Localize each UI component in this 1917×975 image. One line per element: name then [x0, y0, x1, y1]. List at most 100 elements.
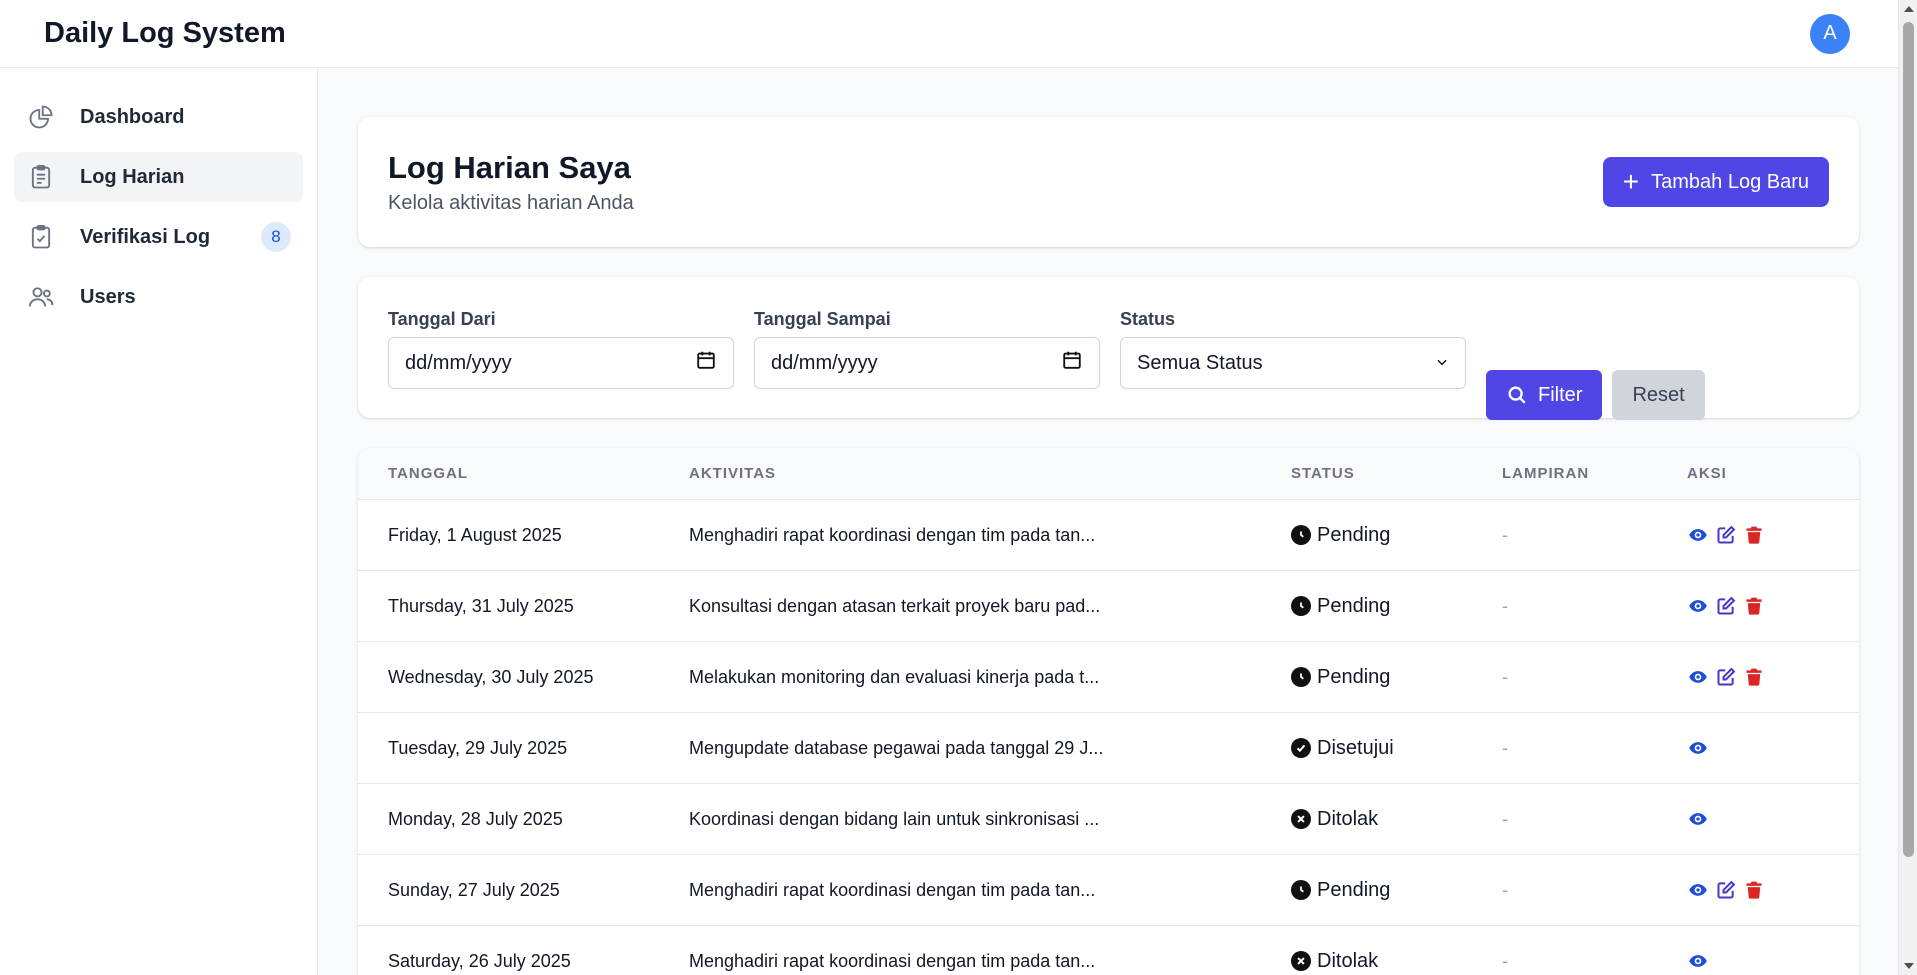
table-row: Saturday, 26 July 2025 Menghadiri rapat k… [358, 926, 1859, 975]
column-header-tanggal[interactable]: TANGGAL [358, 465, 689, 482]
reset-button[interactable]: Reset [1612, 370, 1705, 420]
trash-icon[interactable] [1743, 595, 1765, 617]
eye-icon[interactable] [1687, 737, 1709, 759]
table-row: Wednesday, 30 July 2025 Melakukan monitor… [358, 642, 1859, 713]
avatar[interactable]: A [1810, 13, 1850, 54]
status-text: Pending [1317, 523, 1391, 546]
cell-activity: Menghadiri rapat koordinasi dengan tim p… [689, 880, 1291, 901]
trash-icon[interactable] [1743, 666, 1765, 688]
eye-icon[interactable] [1687, 879, 1709, 901]
table-row: Friday, 1 August 2025 Menghadiri rapat ko… [358, 500, 1859, 571]
calendar-icon[interactable] [1061, 349, 1083, 377]
eye-icon[interactable] [1687, 950, 1709, 972]
status-badge: Ditolak [1291, 950, 1502, 973]
app-title: Daily Log System [44, 17, 286, 49]
page-header-card: Log Harian Saya Kelola aktivitas harian … [358, 117, 1859, 247]
page-title: Log Harian Saya [388, 149, 631, 185]
status-badge: Ditolak [1291, 808, 1502, 831]
clipboard-list-icon [26, 162, 56, 192]
cell-date: Thursday, 31 July 2025 [388, 595, 574, 616]
cell-date: Sunday, 27 July 2025 [388, 879, 560, 900]
trash-icon[interactable] [1743, 524, 1765, 546]
table-row: Sunday, 27 July 2025 Menghadiri rapat koo… [358, 855, 1859, 926]
scroll-up-arrow-icon[interactable] [1904, 6, 1914, 12]
check-circle-icon [1291, 738, 1311, 758]
search-icon [1508, 386, 1526, 404]
x-circle-icon [1291, 809, 1311, 829]
column-header-status[interactable]: STATUS [1291, 465, 1502, 482]
cell-activity: Mengupdate database pegawai pada tanggal… [689, 738, 1291, 759]
sidebar-item-label: Dashboard [80, 105, 185, 128]
cell-actions [1687, 666, 1771, 688]
cell-attachment: - [1502, 737, 1508, 758]
clock-icon [1291, 525, 1311, 545]
sidebar-item-label: Log Harian [80, 165, 185, 188]
status-text: Disetujui [1317, 736, 1394, 759]
eye-icon[interactable] [1687, 524, 1709, 546]
status-text: Ditolak [1317, 949, 1379, 972]
cell-date: Tuesday, 29 July 2025 [388, 737, 568, 758]
column-header-aksi: AKSI [1687, 465, 1727, 482]
cell-activity: Menghadiri rapat koordinasi dengan tim p… [689, 525, 1291, 546]
cell-activity: Konsultasi dengan atasan terkait proyek … [689, 596, 1291, 617]
table-row: Thursday, 31 July 2025 Konsultasi dengan … [358, 571, 1859, 642]
chevron-down-icon [1435, 352, 1449, 375]
status-badge: Pending [1291, 879, 1502, 902]
status-select-value: Semua Status [1137, 351, 1263, 374]
date-from-label: Tanggal Dari [388, 309, 496, 329]
activity-text: Koordinasi dengan bidang lain untuk sink… [689, 808, 1100, 829]
sidebar-item-label: Verifikasi Log [80, 225, 211, 248]
sidebar-item-dashboard[interactable]: Dashboard [14, 92, 303, 142]
scroll-down-arrow-icon[interactable] [1904, 963, 1914, 969]
add-log-button[interactable]: + Tambah Log Baru [1602, 157, 1829, 207]
count-badge: 8 [261, 222, 291, 252]
filter-button[interactable]: Filter [1486, 370, 1603, 420]
page-subtitle: Kelola aktivitas harian Anda [388, 191, 634, 214]
eye-icon[interactable] [1687, 595, 1709, 617]
sidebar-item-label: Users [80, 285, 136, 308]
date-from-value: dd/mm/yyyy [405, 351, 512, 374]
date-from-input[interactable]: dd/mm/yyyy [388, 337, 734, 389]
date-to-group: Tanggal Sampai dd/mm/yyyy [754, 309, 1100, 389]
scrollbar-thumb[interactable] [1903, 22, 1914, 857]
sidebar-item-users[interactable]: Users [14, 272, 303, 322]
trash-icon[interactable] [1743, 879, 1765, 901]
calendar-icon[interactable] [695, 349, 717, 377]
plus-icon: + [1622, 166, 1640, 197]
cell-date: Friday, 1 August 2025 [388, 524, 562, 545]
top-bar: Daily Log System A [0, 0, 1898, 68]
cell-actions [1687, 808, 1715, 830]
table-row: Monday, 28 July 2025 Koordinasi dengan bi… [358, 784, 1859, 855]
status-badge: Disetujui [1291, 737, 1502, 760]
eye-icon[interactable] [1687, 808, 1709, 830]
activity-text: Mengupdate database pegawai pada tanggal… [689, 737, 1104, 758]
column-header-lampiran[interactable]: LAMPIRAN [1502, 465, 1687, 482]
log-table: TANGGAL AKTIVITAS STATUS LAMPIRAN AKSI F… [358, 448, 1859, 975]
table-header: TANGGAL AKTIVITAS STATUS LAMPIRAN AKSI [358, 448, 1859, 500]
clock-icon [1291, 880, 1311, 900]
cell-attachment: - [1502, 879, 1508, 900]
status-text: Ditolak [1317, 807, 1379, 830]
status-text: Pending [1317, 594, 1391, 617]
sidebar-item-log-harian[interactable]: Log Harian [14, 152, 303, 202]
edit-icon[interactable] [1715, 524, 1737, 546]
edit-icon[interactable] [1715, 879, 1737, 901]
cell-date: Saturday, 26 July 2025 [388, 950, 571, 971]
status-select[interactable]: Semua Status [1120, 337, 1466, 389]
date-from-group: Tanggal Dari dd/mm/yyyy [388, 309, 734, 389]
cell-actions [1687, 524, 1771, 546]
table-row: Tuesday, 29 July 2025 Mengupdate database… [358, 713, 1859, 784]
date-to-value: dd/mm/yyyy [771, 351, 878, 374]
edit-icon[interactable] [1715, 595, 1737, 617]
vertical-scrollbar[interactable] [1898, 0, 1917, 975]
edit-icon[interactable] [1715, 666, 1737, 688]
column-header-aktivitas[interactable]: AKTIVITAS [689, 465, 1291, 482]
status-badge: Pending [1291, 524, 1502, 547]
sidebar-item-verifikasi-log[interactable]: Verifikasi Log 8 [14, 212, 303, 262]
date-to-input[interactable]: dd/mm/yyyy [754, 337, 1100, 389]
cell-actions [1687, 737, 1715, 759]
activity-text: Melakukan monitoring dan evaluasi kinerj… [689, 666, 1100, 687]
cell-attachment: - [1502, 666, 1508, 687]
cell-attachment: - [1502, 595, 1508, 616]
eye-icon[interactable] [1687, 666, 1709, 688]
